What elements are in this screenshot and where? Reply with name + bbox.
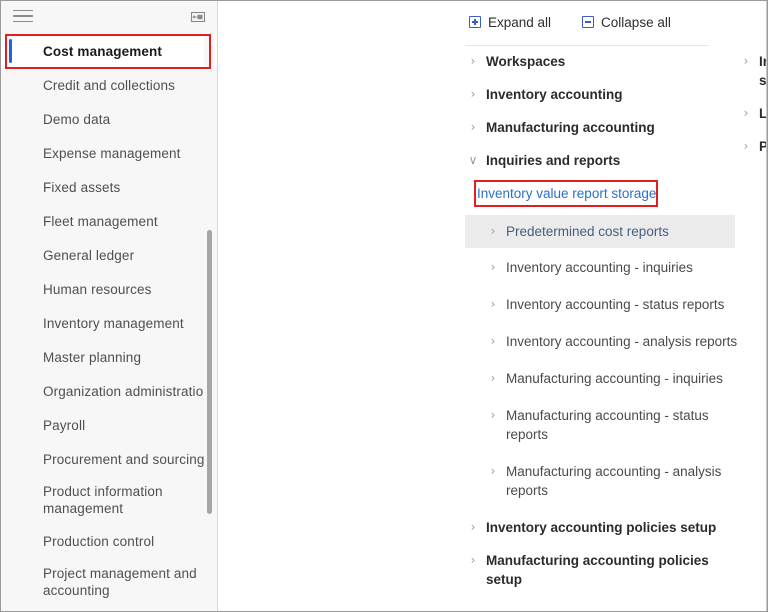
chevron-right-icon[interactable]: › xyxy=(738,137,754,156)
sidebar-scrollbar-thumb[interactable] xyxy=(207,230,212,514)
chevron-right-icon[interactable]: › xyxy=(738,104,754,123)
navigation-tree: › Workspaces › Inventory accounting › Manufac… xyxy=(218,52,767,611)
chevron-right-icon[interactable]: › xyxy=(465,518,481,537)
collapse-all-label: Collapse all xyxy=(601,14,671,30)
tree-node-label: Manufacturing accounting policies setup xyxy=(486,553,709,587)
sidebar-item-inventory-management[interactable]: Inventory management xyxy=(1,306,217,340)
tree-node-predetermined-cost-reports[interactable]: › Predetermined cost reports xyxy=(465,215,735,248)
sidebar-item-label: Payroll xyxy=(43,417,86,433)
sidebar-item-human-resources[interactable]: Human resources xyxy=(1,272,217,306)
sidebar-scrollbar[interactable] xyxy=(204,34,215,611)
tree-node-label: Inventory accounting - analysis reports xyxy=(506,334,738,349)
chevron-right-icon[interactable]: › xyxy=(485,258,501,277)
sidebar-item-product-information-management[interactable]: Product information management xyxy=(1,476,217,524)
tree-node-label: Manufacturing accounting - analysis repo… xyxy=(506,464,722,498)
tree-node-label: Manufacturing accounting - inquiries xyxy=(506,371,723,386)
chevron-right-icon[interactable]: › xyxy=(465,52,481,71)
tree-node-inventory-accounting-policies-setup[interactable]: › Inventory accounting policies setup xyxy=(465,518,741,537)
expand-all-label: Expand all xyxy=(488,14,552,30)
tree-node-workspaces[interactable]: › Workspaces xyxy=(465,52,741,71)
chevron-right-icon[interactable]: › xyxy=(485,462,501,481)
chevron-right-icon[interactable]: › xyxy=(485,332,501,351)
chevron-right-icon[interactable]: › xyxy=(485,222,501,241)
sidebar-item-label: Human resources xyxy=(43,281,152,297)
expand-all-button[interactable]: Expand all xyxy=(465,13,555,32)
tree-toolbar: Expand all Collapse all xyxy=(218,1,698,43)
tree-node-label: Workspaces xyxy=(486,54,566,69)
sidebar-item-label: Project management and accounting xyxy=(43,566,197,598)
sidebar-item-label: Fixed assets xyxy=(43,179,121,195)
tree-node-predetermined-cost-policies-setup[interactable]: ›Predetermined cost policies setup xyxy=(738,137,767,156)
sidebar-item-label: Production control xyxy=(43,533,155,549)
tree-column-left: › Workspaces › Inventory accounting › Manufac… xyxy=(465,52,741,603)
tree-node-indirect-cost-accounting-policies-setup[interactable]: ›Indirect cost accounting policies setup xyxy=(738,52,767,90)
tree-node-label: Inquiries and reports xyxy=(486,153,621,168)
content-right-border xyxy=(766,1,767,611)
tree-node-label: Manufacturing accounting - status report… xyxy=(506,408,709,442)
sidebar-item-procurement-and-sourcing[interactable]: Procurement and sourcing xyxy=(1,442,217,476)
content-pane: Expand all Collapse all › Workspaces › Inve… xyxy=(218,1,767,611)
tree-node-manufacturing-accounting-analysis-reports[interactable]: › Manufacturing accounting - analysis rep… xyxy=(465,462,741,500)
tree-node-label: Manufacturing accounting xyxy=(486,120,655,135)
tree-node-ledger-integration-policies-setup[interactable]: ›Ledger integration policies setup xyxy=(738,104,767,123)
sidebar-item-fleet-management[interactable]: Fleet management xyxy=(1,204,217,238)
pin-pane-icon[interactable] xyxy=(188,7,208,27)
sidebar-item-production-control[interactable]: Production control xyxy=(1,524,217,558)
tree-node-label: Inventory accounting xyxy=(486,87,623,102)
tree-node-label: Inventory accounting - inquiries xyxy=(506,260,693,275)
sidebar-item-label: Procurement and sourcing xyxy=(43,451,205,467)
sidebar-item-label: Product information management xyxy=(43,484,163,516)
sidebar-item-label: Cost management xyxy=(43,43,163,59)
sidebar-item-label: Demo data xyxy=(43,111,111,127)
chevron-right-icon[interactable]: › xyxy=(485,406,501,425)
chevron-right-icon[interactable]: › xyxy=(465,118,481,137)
application-window: Cost management Credit and collections Dem… xyxy=(0,0,768,612)
tree-node-inventory-accounting-analysis-reports[interactable]: › Inventory accounting - analysis reports xyxy=(465,332,741,351)
sidebar-item-label: Expense management xyxy=(43,145,181,161)
tree-node-inventory-accounting-inquiries[interactable]: › Inventory accounting - inquiries xyxy=(465,258,741,277)
tree-node-label: Inventory accounting - status reports xyxy=(506,297,725,312)
navigation-module-list[interactable]: Cost management Credit and collections Dem… xyxy=(1,34,217,611)
sidebar-item-organization-administration[interactable]: Organization administration xyxy=(1,374,217,408)
tree-node-manufacturing-accounting-policies-setup[interactable]: › Manufacturing accounting policies setup xyxy=(465,551,741,589)
plus-box-icon xyxy=(469,16,481,28)
tree-node-label: Inventory accounting policies setup xyxy=(486,520,717,535)
sidebar-item-payroll[interactable]: Payroll xyxy=(1,408,217,442)
tree-node-manufacturing-accounting-status-reports[interactable]: › Manufacturing accounting - status repor… xyxy=(465,406,741,444)
sidebar-item-label: Organization administration xyxy=(43,383,211,399)
sidebar-item-expense-management[interactable]: Expense management xyxy=(1,136,217,170)
chevron-right-icon[interactable]: › xyxy=(485,369,501,388)
chevron-down-icon[interactable]: ∨ xyxy=(465,151,481,170)
navigation-pane: Cost management Credit and collections Dem… xyxy=(1,1,218,611)
tree-node-label: Predetermined cost reports xyxy=(506,224,669,239)
collapse-all-button[interactable]: Collapse all xyxy=(578,13,675,32)
sidebar-item-label: General ledger xyxy=(43,247,135,263)
sidebar-item-fixed-assets[interactable]: Fixed assets xyxy=(1,170,217,204)
tree-link-inventory-value-report-storage[interactable]: Inventory value report storage xyxy=(465,184,656,203)
sidebar-item-cost-management[interactable]: Cost management xyxy=(1,34,217,68)
minus-box-icon xyxy=(582,16,595,28)
tree-node-manufacturing-accounting-inquiries[interactable]: › Manufacturing accounting - inquiries xyxy=(465,369,741,388)
chevron-right-icon[interactable]: › xyxy=(738,52,754,71)
chevron-right-icon[interactable]: › xyxy=(485,295,501,314)
sidebar-item-label: Master planning xyxy=(43,349,142,365)
toolbar-divider xyxy=(465,45,708,46)
sidebar-item-credit-and-collections[interactable]: Credit and collections xyxy=(1,68,217,102)
tree-node-inventory-accounting-status-reports[interactable]: › Inventory accounting - status reports xyxy=(465,295,741,314)
tree-node-manufacturing-accounting[interactable]: › Manufacturing accounting xyxy=(465,118,741,137)
chevron-right-icon[interactable]: › xyxy=(465,85,481,104)
sidebar-item-project-management-and-accounting[interactable]: Project management and accounting xyxy=(1,558,217,606)
sidebar-item-label: Inventory management xyxy=(43,315,184,331)
sidebar-item-master-planning[interactable]: Master planning xyxy=(1,340,217,374)
sidebar-item-label: Credit and collections xyxy=(43,77,176,93)
sidebar-item-demo-data[interactable]: Demo data xyxy=(1,102,217,136)
tree-node-inquiries-and-reports[interactable]: ∨ Inquiries and reports xyxy=(465,151,741,170)
sidebar-item-label: Fleet management xyxy=(43,213,158,229)
chevron-right-icon[interactable]: › xyxy=(465,551,481,570)
sidebar-item-general-ledger[interactable]: General ledger xyxy=(1,238,217,272)
hamburger-menu-icon[interactable] xyxy=(13,9,37,27)
tree-column-right: ›Indirect cost accounting policies setup… xyxy=(738,52,767,170)
navigation-pane-header xyxy=(1,1,217,34)
tree-node-inventory-accounting[interactable]: › Inventory accounting xyxy=(465,85,741,104)
